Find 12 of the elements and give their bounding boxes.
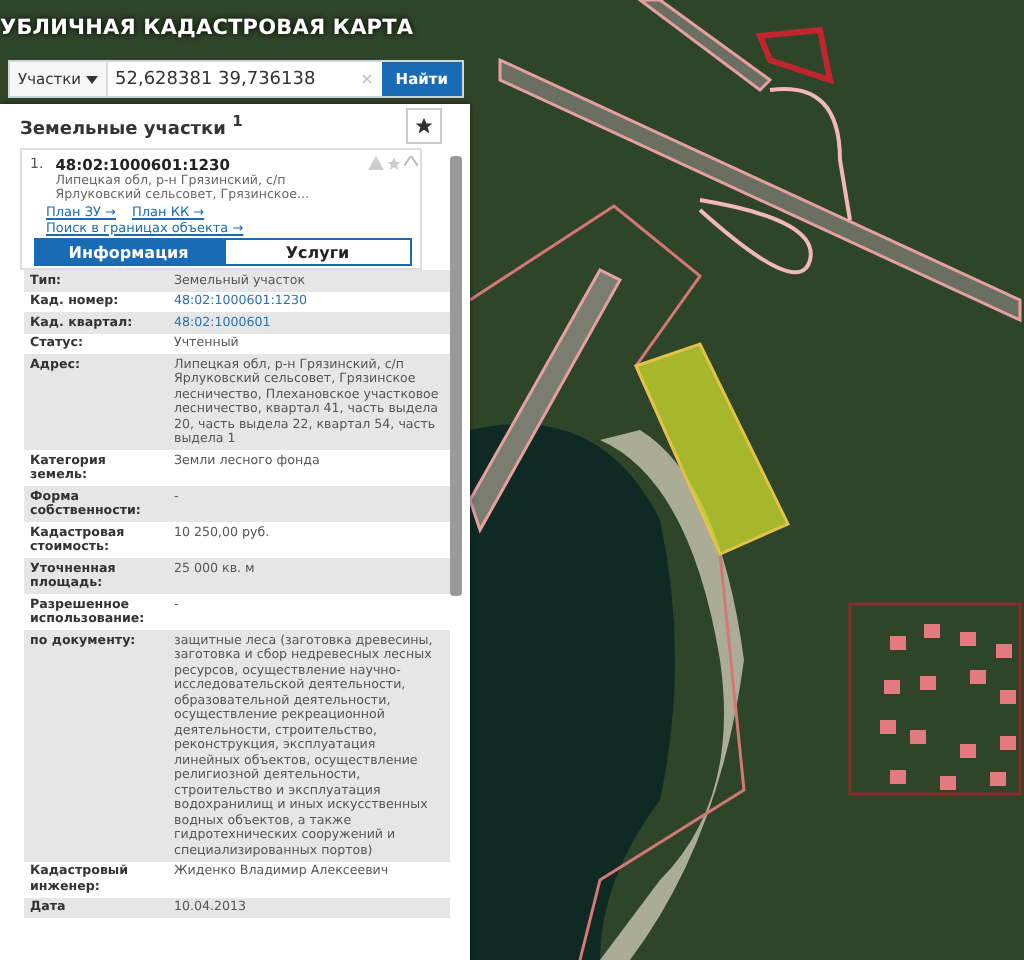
tab[interactable]: Услуги [223, 238, 412, 266]
caret-icon[interactable] [403, 156, 418, 166]
star-icon [414, 116, 434, 136]
scrollbar[interactable] [450, 156, 462, 596]
panel-title: Земельные участки $^{1}$ [20, 112, 243, 140]
warning-icon[interactable] [367, 156, 384, 170]
coordinates-field[interactable]: 52,628381 39,736138 × [107, 62, 382, 96]
caret-icon [85, 75, 97, 83]
app-title: УБЛИЧНАЯ КАДАСТРОВАЯ КАРТА [0, 16, 414, 40]
star-icon[interactable] [385, 156, 402, 172]
favorites-button[interactable] [406, 108, 442, 144]
tab[interactable]: Информация [34, 238, 223, 266]
